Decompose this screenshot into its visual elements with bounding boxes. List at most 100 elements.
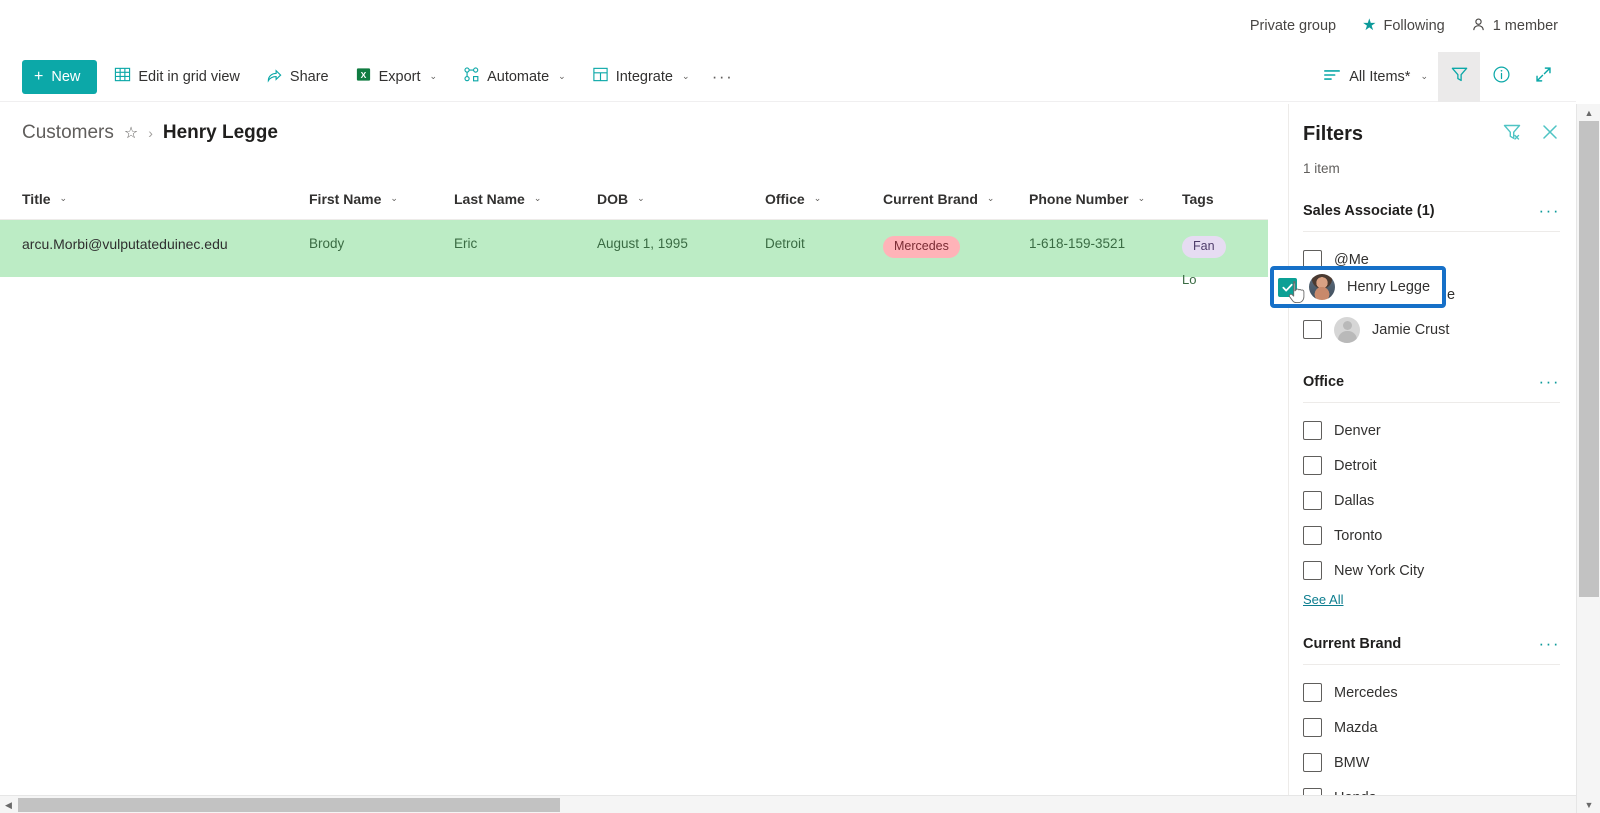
person-icon bbox=[1471, 17, 1486, 36]
filter-pane-button[interactable] bbox=[1438, 51, 1480, 102]
vertical-scrollbar-thumb[interactable] bbox=[1579, 121, 1599, 597]
scroll-left-arrow-icon[interactable]: ◀ bbox=[0, 796, 17, 813]
checkbox[interactable] bbox=[1303, 421, 1322, 440]
table-row[interactable]: arcu.Morbi@vulputateduinec.edu Brody Eri… bbox=[0, 220, 1268, 287]
share-label: Share bbox=[289, 68, 329, 85]
star-outline-icon[interactable]: ☆ bbox=[124, 123, 138, 143]
checkbox[interactable] bbox=[1303, 285, 1322, 304]
column-header-first-name[interactable]: First Name ⌄ bbox=[309, 191, 454, 207]
more-commands-button[interactable]: ··· bbox=[707, 57, 739, 97]
filter-option-label: Detroit bbox=[1334, 457, 1377, 474]
new-button[interactable]: + New bbox=[22, 59, 98, 94]
filter-group-header: Current Brand ··· bbox=[1303, 635, 1560, 652]
following-button[interactable]: ★ Following bbox=[1362, 17, 1445, 35]
clear-filter-icon[interactable] bbox=[1502, 122, 1522, 147]
filter-option-label: New York City bbox=[1334, 562, 1425, 579]
command-bar-right: All Items* ⌄ bbox=[1313, 51, 1576, 102]
vertical-scrollbar[interactable]: ▲ ▼ bbox=[1576, 104, 1600, 813]
scroll-up-arrow-icon[interactable]: ▲ bbox=[1577, 104, 1600, 121]
integrate-button[interactable]: Integrate ⌄ bbox=[583, 57, 699, 97]
filter-group-title: Current Brand bbox=[1303, 635, 1402, 652]
chevron-down-icon: ⌄ bbox=[1420, 71, 1428, 81]
column-header-dob[interactable]: DOB ⌄ bbox=[597, 191, 765, 207]
export-button[interactable]: X Export ⌄ bbox=[346, 57, 446, 97]
horizontal-scrollbar-thumb[interactable] bbox=[18, 798, 560, 812]
checkbox[interactable] bbox=[1303, 683, 1322, 702]
filter-group-title: Sales Associate (1) bbox=[1303, 202, 1435, 219]
tag-badge-primary: Fan bbox=[1182, 236, 1226, 258]
members-button[interactable]: 1 member bbox=[1471, 17, 1558, 36]
chevron-down-icon: ⌄ bbox=[59, 193, 68, 203]
column-header-office-label: Office bbox=[765, 190, 805, 207]
filter-option-bmw[interactable]: BMW bbox=[1303, 745, 1560, 780]
column-header-office[interactable]: Office ⌄ bbox=[765, 191, 883, 207]
filter-option-new-york-city[interactable]: New York City bbox=[1303, 553, 1560, 588]
filter-option-jamie-crust[interactable]: Jamie Crust bbox=[1303, 312, 1560, 347]
info-button[interactable] bbox=[1480, 52, 1522, 102]
integrate-icon bbox=[592, 66, 609, 87]
breadcrumb: Customers ☆ › Henry Legge bbox=[22, 122, 278, 144]
filter-option-label: Dallas bbox=[1334, 492, 1375, 509]
filter-option-mazda[interactable]: Mazda bbox=[1303, 710, 1560, 745]
filter-group-current-brand: Current Brand ··· Mercedes Mazda BMW Hon… bbox=[1303, 635, 1576, 813]
filter-option-detroit[interactable]: Detroit bbox=[1303, 448, 1560, 483]
column-header-dob-label: DOB bbox=[597, 190, 629, 207]
cell-first-name: Brody bbox=[309, 236, 345, 251]
filter-group-title: Office bbox=[1303, 373, 1345, 390]
breadcrumb-root-link[interactable]: Customers bbox=[22, 122, 114, 144]
sharepoint-list-page: Private group ★ Following 1 member + New bbox=[0, 0, 1600, 813]
chevron-down-icon: ⌄ bbox=[813, 193, 822, 203]
view-list-icon bbox=[1323, 68, 1341, 86]
close-icon[interactable] bbox=[1540, 122, 1560, 147]
filter-option-label: BMW bbox=[1334, 754, 1370, 771]
checkbox[interactable] bbox=[1303, 561, 1322, 580]
tag-badge-secondary: Lo bbox=[1182, 271, 1197, 287]
filter-group-menu-button[interactable]: ··· bbox=[1539, 635, 1560, 652]
filter-option-at-me[interactable]: @Me bbox=[1303, 242, 1560, 277]
filter-option-label: Jamie Crust bbox=[1372, 321, 1450, 338]
filter-option-dallas[interactable]: Dallas bbox=[1303, 483, 1560, 518]
share-button[interactable]: Share bbox=[257, 57, 338, 97]
chevron-down-icon: ⌄ bbox=[429, 71, 438, 81]
privacy-text: Private group bbox=[1249, 18, 1337, 34]
more-commands-label: ··· bbox=[711, 66, 734, 86]
filter-icon bbox=[1450, 65, 1469, 89]
filter-option-label: Toronto bbox=[1334, 527, 1383, 544]
filter-group-menu-button[interactable]: ··· bbox=[1539, 202, 1560, 219]
divider bbox=[1303, 402, 1560, 403]
checkbox[interactable] bbox=[1303, 250, 1322, 269]
list-view: Title ⌄ First Name ⌄ Last Name ⌄ DOB ⌄ O… bbox=[0, 178, 1268, 773]
column-header-title[interactable]: Title ⌄ bbox=[22, 191, 309, 207]
filter-option-henry-legge[interactable]: Henry Legge bbox=[1303, 277, 1560, 312]
view-selector-button[interactable]: All Items* ⌄ bbox=[1313, 57, 1438, 97]
command-bar-left: + New Edit in grid view Share X Export ⌄… bbox=[0, 57, 739, 97]
column-header-tags[interactable]: Tags bbox=[1182, 191, 1268, 207]
filters-panel: Filters 1 item Sales Associate (1) ··· @… bbox=[1288, 104, 1576, 813]
checkbox[interactable] bbox=[1303, 491, 1322, 510]
checkbox[interactable] bbox=[1303, 753, 1322, 772]
column-header-phone-number[interactable]: Phone Number ⌄ bbox=[1029, 191, 1182, 207]
edit-in-grid-view-button[interactable]: Edit in grid view bbox=[105, 57, 249, 97]
chevron-down-icon: ⌄ bbox=[681, 71, 690, 81]
filter-group-office: Office ··· Denver Detroit Dallas Toronto bbox=[1303, 373, 1576, 609]
checkbox[interactable] bbox=[1303, 456, 1322, 475]
checkbox[interactable] bbox=[1303, 718, 1322, 737]
filter-option-label: Mercedes bbox=[1334, 684, 1398, 701]
column-header-last-name-label: Last Name bbox=[454, 190, 525, 207]
column-header-current-brand[interactable]: Current Brand ⌄ bbox=[883, 191, 1029, 207]
scroll-down-arrow-icon[interactable]: ▼ bbox=[1577, 796, 1600, 813]
filter-option-toronto[interactable]: Toronto bbox=[1303, 518, 1560, 553]
grid-icon bbox=[114, 66, 131, 87]
filters-panel-title: Filters bbox=[1303, 123, 1364, 145]
column-header-last-name[interactable]: Last Name ⌄ bbox=[454, 191, 597, 207]
checkbox[interactable] bbox=[1303, 526, 1322, 545]
filter-option-denver[interactable]: Denver bbox=[1303, 413, 1560, 448]
filter-group-menu-button[interactable]: ··· bbox=[1539, 373, 1560, 390]
filter-option-mercedes[interactable]: Mercedes bbox=[1303, 675, 1560, 710]
expand-button[interactable] bbox=[1522, 52, 1564, 102]
automate-button[interactable]: Automate ⌄ bbox=[454, 57, 575, 97]
checkbox[interactable] bbox=[1303, 320, 1322, 339]
see-all-link[interactable]: See All bbox=[1303, 592, 1343, 607]
horizontal-scrollbar[interactable]: ◀ bbox=[0, 795, 1576, 813]
star-filled-icon: ★ bbox=[1362, 17, 1377, 34]
